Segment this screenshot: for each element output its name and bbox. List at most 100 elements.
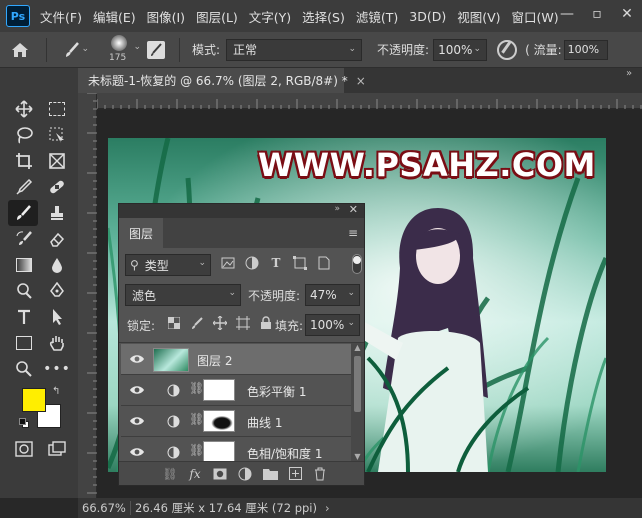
lasso-tool-icon[interactable] <box>13 124 35 146</box>
mode-dropdown[interactable]: 正常 ⌄ <box>226 38 363 61</box>
flow-field[interactable]: 100% <box>563 39 608 60</box>
object-selection-tool-icon[interactable] <box>46 124 68 146</box>
menu-view[interactable]: 视图(V) <box>457 7 500 26</box>
home-icon[interactable] <box>0 35 40 65</box>
layer-name: 色彩平衡 1 <box>247 385 307 399</box>
panel-menu-icon[interactable]: ≡ <box>348 226 358 240</box>
menu-select[interactable]: 选择(S) <box>302 7 345 26</box>
dodge-tool-icon[interactable] <box>13 280 35 302</box>
layer-row[interactable]: ⛓ 色相/饱和度 1 <box>121 437 351 461</box>
filter-toggle-switch[interactable] <box>352 254 362 274</box>
filter-shape-icon[interactable] <box>291 255 309 271</box>
path-selection-tool-icon[interactable] <box>46 306 68 328</box>
filter-pixel-icon[interactable] <box>219 255 237 271</box>
hand-tool-icon[interactable] <box>46 332 68 354</box>
collapse-panels-icon[interactable]: » <box>626 68 632 79</box>
fill-field[interactable]: 100% ⌄ <box>305 314 360 336</box>
lock-position-icon[interactable] <box>211 315 229 331</box>
blend-mode-dropdown[interactable]: 滤色 ⌄ <box>125 284 241 306</box>
history-brush-tool-icon[interactable] <box>13 228 35 250</box>
menu-layer[interactable]: 图层(L) <box>196 7 238 26</box>
gradient-tool-icon[interactable] <box>13 254 35 276</box>
scroll-down-icon[interactable]: ▼ <box>351 452 364 461</box>
visibility-eye-icon[interactable] <box>129 383 145 397</box>
layer-row[interactable]: 图层 2 <box>121 344 351 375</box>
visibility-eye-icon[interactable] <box>129 445 145 459</box>
mask-link-icon[interactable]: ⛓ <box>189 381 204 395</box>
lock-all-icon[interactable] <box>257 315 275 331</box>
layer-opacity-field[interactable]: 47% ⌄ <box>305 284 360 306</box>
swap-colors-icon[interactable]: ↰ <box>52 386 60 397</box>
fx-icon[interactable]: fx <box>186 466 204 482</box>
link-layers-icon[interactable]: ⛓ <box>161 466 179 482</box>
layers-panel: » ✕ 图层 ≡ ⚲ 类型 ⌄ T 滤色 ⌄ 不透明度: 47% ⌄ 锁定: 填… <box>118 203 365 486</box>
zoom-level[interactable]: 66.67% <box>82 501 126 515</box>
new-adjustment-layer-icon[interactable] <box>236 466 254 482</box>
more-tools-icon[interactable]: ••• <box>43 358 70 380</box>
brush-panel-toggle-icon[interactable] <box>147 40 165 59</box>
clone-stamp-tool-icon[interactable] <box>46 202 68 224</box>
filter-type-icon[interactable]: T <box>267 255 285 271</box>
blend-mode-value: 滤色 <box>132 288 157 303</box>
visibility-eye-icon[interactable] <box>129 352 145 366</box>
eyedropper-tool-icon[interactable] <box>13 176 35 198</box>
layer-row[interactable]: ⛓ 曲线 1 <box>121 406 351 437</box>
minimize-button[interactable]: — <box>552 0 582 28</box>
foreground-color-swatch[interactable] <box>22 388 46 412</box>
document-tab[interactable]: 未标题-1-恢复的 @ 66.7% (图层 2, RGB/8#) * × <box>78 68 366 93</box>
layer-thumbnail <box>153 348 189 372</box>
menu-type[interactable]: 文字(Y) <box>249 7 291 26</box>
delete-layer-icon[interactable] <box>311 466 329 482</box>
menu-3d[interactable]: 3D(D) <box>409 9 446 24</box>
lock-image-pixels-icon[interactable] <box>188 315 206 331</box>
eraser-tool-icon[interactable] <box>46 228 68 250</box>
move-tool-icon[interactable] <box>13 98 35 120</box>
new-group-icon[interactable] <box>261 466 279 482</box>
default-colors-icon[interactable] <box>19 418 29 428</box>
new-layer-icon[interactable] <box>286 466 304 482</box>
pressure-opacity-icon[interactable] <box>497 39 518 60</box>
menu-file[interactable]: 文件(F) <box>40 7 82 26</box>
quick-mask-icon[interactable] <box>13 438 35 460</box>
layer-row[interactable]: ⛓ 色彩平衡 1 <box>121 375 351 406</box>
healing-brush-tool-icon[interactable] <box>46 176 68 198</box>
type-tool-icon[interactable] <box>13 306 35 328</box>
close-button[interactable]: ✕ <box>612 0 642 28</box>
lock-artboard-icon[interactable] <box>234 315 252 331</box>
menu-image[interactable]: 图像(I) <box>147 7 185 26</box>
status-more-button[interactable]: › <box>325 501 330 515</box>
brush-tool-icon[interactable] <box>8 200 38 226</box>
opacity-field[interactable]: 100% ⌄ <box>433 38 488 61</box>
scroll-up-icon[interactable]: ▲ <box>351 343 364 352</box>
menu-filter[interactable]: 滤镜(T) <box>356 7 398 26</box>
chevron-down-icon: ⌄ <box>347 288 355 298</box>
lock-transparent-pixels-icon[interactable] <box>165 315 183 331</box>
frame-tool-icon[interactable] <box>46 150 68 172</box>
blur-tool-icon[interactable] <box>46 254 68 276</box>
add-mask-icon[interactable] <box>211 466 229 482</box>
layers-scrollbar[interactable]: ▲ ▼ <box>351 343 364 461</box>
close-panel-icon[interactable]: ✕ <box>349 203 358 216</box>
rectangle-tool-icon[interactable] <box>13 332 35 354</box>
adjustment-layer-icon <box>167 446 180 459</box>
crop-tool-icon[interactable] <box>13 150 35 172</box>
menu-edit[interactable]: 编辑(E) <box>93 7 136 26</box>
filter-smart-object-icon[interactable] <box>315 255 333 271</box>
marquee-tool-icon[interactable] <box>46 98 68 120</box>
mask-link-icon[interactable]: ⛓ <box>189 412 204 426</box>
screen-mode-icon[interactable] <box>46 438 68 460</box>
zoom-tool-icon[interactable] <box>13 358 35 380</box>
visibility-eye-icon[interactable] <box>129 414 145 428</box>
mask-link-icon[interactable]: ⛓ <box>189 443 204 457</box>
adjustment-layer-icon <box>167 384 180 397</box>
maximize-button[interactable]: ▫ <box>582 0 612 28</box>
close-tab-icon[interactable]: × <box>356 74 366 88</box>
tab-layers[interactable]: 图层 <box>119 218 163 248</box>
brush-tool-preset-icon[interactable]: ⌄ <box>53 35 91 65</box>
pen-tool-icon[interactable] <box>46 280 68 302</box>
scrollbar-thumb[interactable] <box>354 356 361 412</box>
layer-filter-dropdown[interactable]: ⚲ 类型 ⌄ <box>125 254 211 276</box>
collapse-panel-icon[interactable]: » <box>334 204 340 214</box>
filter-adjustment-icon[interactable] <box>243 255 261 271</box>
brush-size-picker[interactable]: 175 ⌄ <box>99 33 141 67</box>
